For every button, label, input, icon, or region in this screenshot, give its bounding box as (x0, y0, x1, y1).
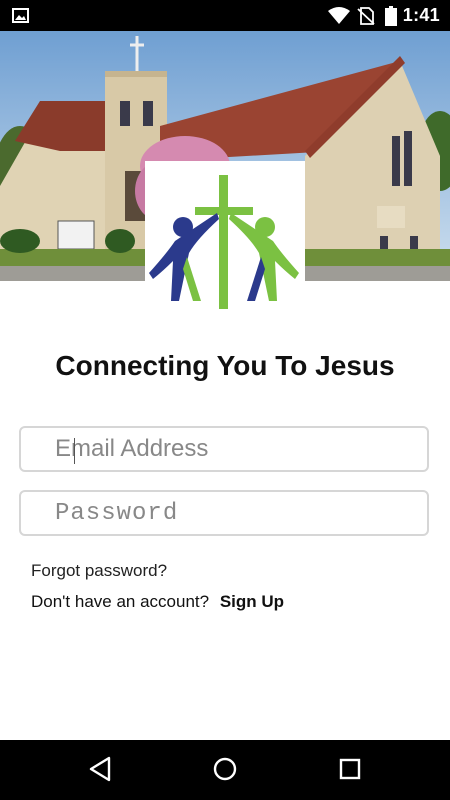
text-cursor (74, 438, 75, 464)
status-time: 1:41 (402, 5, 440, 25)
battery-icon (385, 6, 397, 26)
email-field-box[interactable] (19, 426, 429, 472)
recent-apps-icon[interactable] (338, 756, 362, 782)
home-icon[interactable] (212, 756, 238, 782)
tagline: Connecting You To Jesus (55, 350, 395, 381)
status-bar: 1:41 (0, 0, 450, 31)
signup-row: Don't have an account? Sign Up (31, 592, 284, 612)
password-field-box[interactable] (19, 490, 429, 536)
no-account-text: Don't have an account? (31, 592, 210, 611)
forgot-password-link[interactable]: Forgot password? (31, 561, 167, 581)
app-logo (145, 161, 305, 311)
email-input[interactable] (21, 428, 427, 470)
sign-up-link[interactable]: Sign Up (220, 592, 284, 611)
wifi-icon (328, 7, 350, 24)
no-sim-icon (357, 7, 375, 25)
password-input[interactable] (21, 492, 427, 534)
navigation-bar (0, 740, 450, 800)
back-icon[interactable] (88, 756, 112, 782)
image-icon (12, 8, 29, 23)
